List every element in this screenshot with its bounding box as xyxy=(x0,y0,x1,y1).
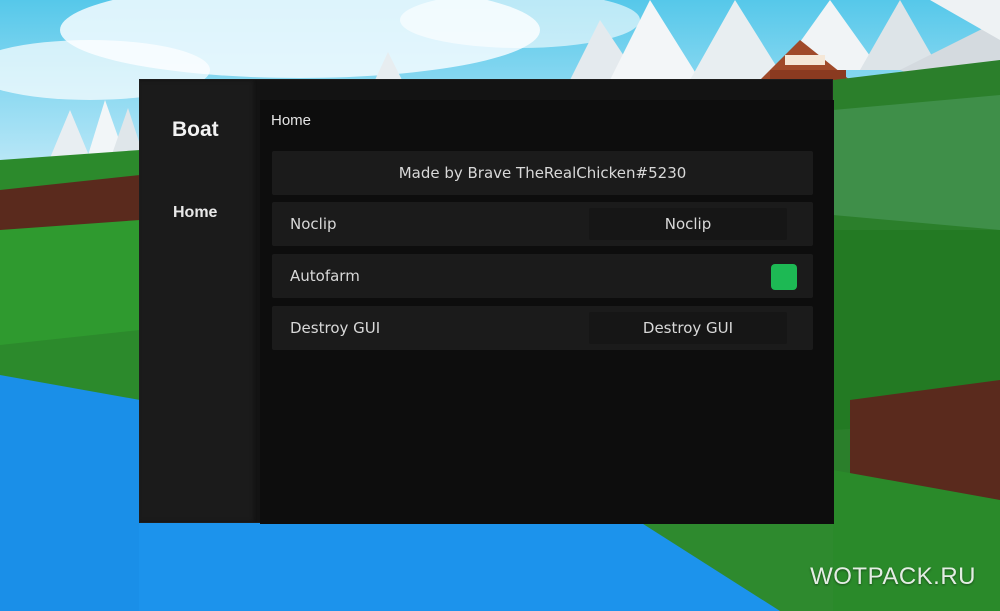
row-noclip: Noclip Noclip xyxy=(272,202,813,246)
sidebar: Boat Home xyxy=(140,80,257,522)
exploit-gui-window: Boat Home Home Made by Brave TheRealChic… xyxy=(139,79,834,524)
autofarm-label: Autofarm xyxy=(290,267,360,285)
credit-row: Made by Brave TheRealChicken#5230 xyxy=(272,151,813,195)
watermark: WOTPACK.RU xyxy=(810,563,976,590)
noclip-button[interactable]: Noclip xyxy=(589,208,787,240)
destroy-gui-button[interactable]: Destroy GUI xyxy=(589,312,787,344)
destroy-gui-label: Destroy GUI xyxy=(290,319,381,337)
credit-label: Made by Brave TheRealChicken#5230 xyxy=(398,164,687,182)
sidebar-item-home[interactable]: Home xyxy=(173,204,217,222)
content-panel: Home Made by Brave TheRealChicken#5230 N… xyxy=(260,100,834,524)
gui-title: Boat xyxy=(172,118,219,141)
noclip-label: Noclip xyxy=(290,215,337,233)
row-destroy-gui: Destroy GUI Destroy GUI xyxy=(272,306,813,350)
page-title: Home xyxy=(271,112,312,129)
row-autofarm: Autofarm xyxy=(272,254,813,298)
autofarm-toggle[interactable] xyxy=(771,264,797,290)
